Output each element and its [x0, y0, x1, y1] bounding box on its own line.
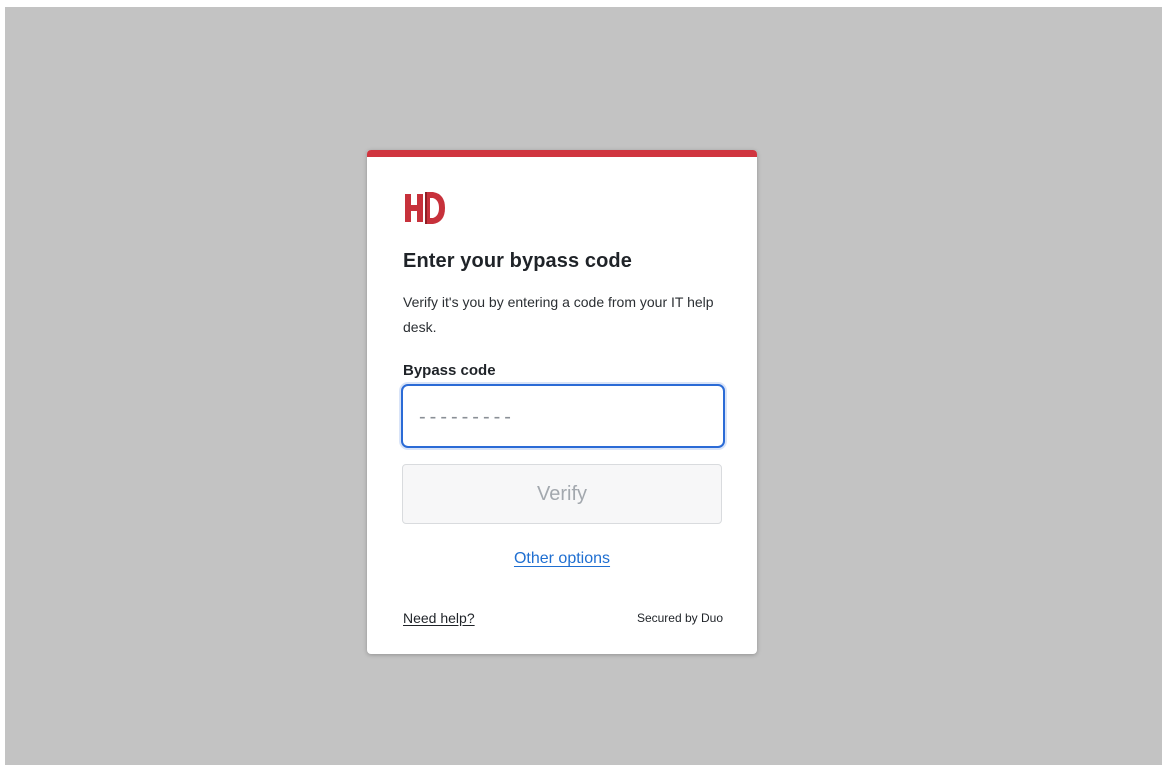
- hd-logo-icon: [403, 188, 449, 228]
- description-text: Verify it's you by entering a code from …: [403, 294, 714, 335]
- page-background: Enter your bypass code Verify it's you b…: [5, 7, 1162, 765]
- page-title: Enter your bypass code: [403, 250, 632, 272]
- verify-button[interactable]: Verify: [402, 464, 722, 524]
- login-card: Enter your bypass code Verify it's you b…: [367, 150, 757, 654]
- other-options-link[interactable]: Other options: [514, 550, 610, 567]
- need-help-link[interactable]: Need help?: [403, 610, 475, 626]
- other-options-container: Other options: [367, 550, 757, 568]
- bypass-code-field[interactable]: [401, 384, 725, 448]
- bypass-code-label: Bypass code: [403, 362, 496, 379]
- bypass-code-input[interactable]: [417, 396, 711, 438]
- secured-by-text: Secured by Duo: [636, 611, 723, 625]
- accent-bar: [367, 150, 757, 157]
